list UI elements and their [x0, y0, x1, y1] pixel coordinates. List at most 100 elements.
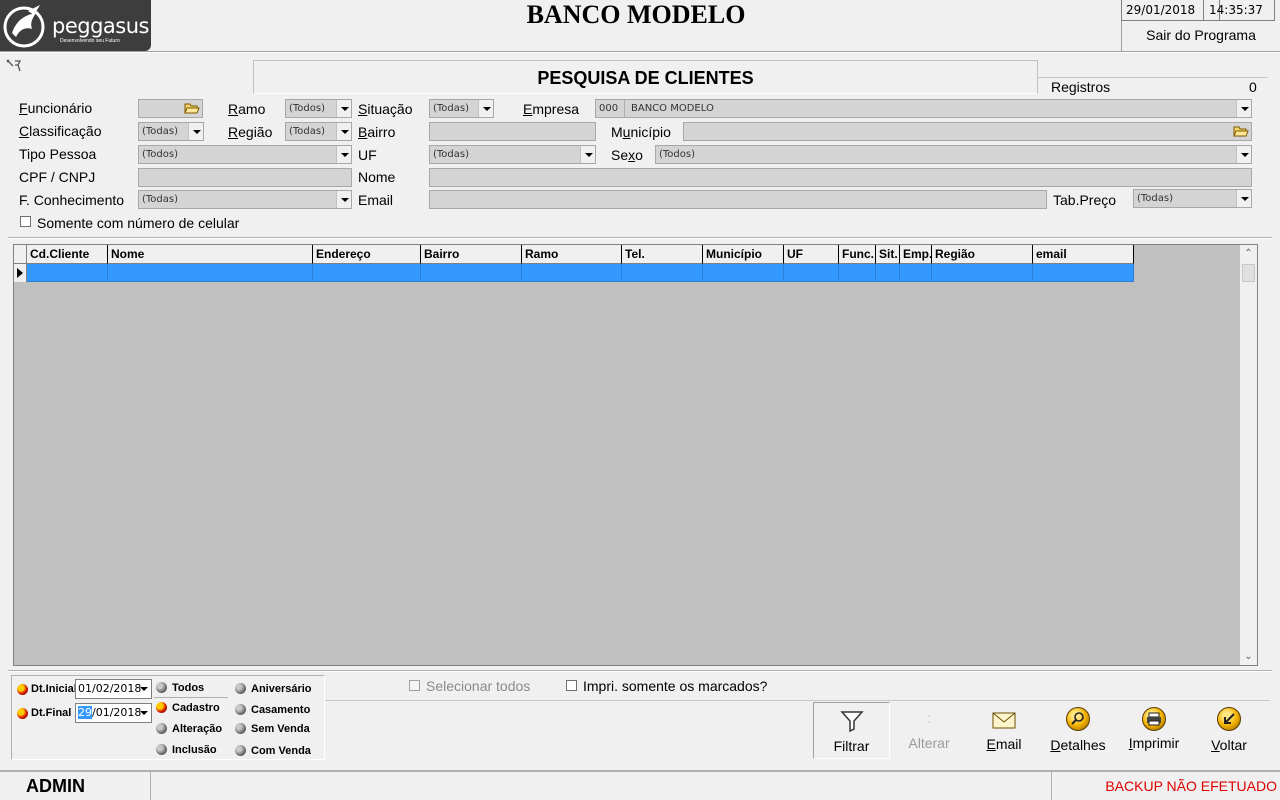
clients-grid[interactable]: Cd.Cliente Nome Endereço Bairro Ramo Tel…	[13, 244, 1258, 666]
col-emp[interactable]: Emp.	[900, 245, 932, 264]
radio-cadastro[interactable]: Cadastro	[156, 701, 220, 715]
email-button[interactable]: Email	[971, 702, 1037, 759]
ramo-select[interactable]: (Todos)	[285, 99, 352, 118]
selecionar-todos-checkbox[interactable]	[409, 680, 420, 691]
scroll-up-icon[interactable]: ⌃	[1240, 245, 1257, 262]
status-user: ADMIN	[0, 772, 151, 800]
nome-field[interactable]	[429, 168, 1252, 187]
alterar-label: Alterar	[908, 735, 950, 751]
cpf-cnpj-label: CPF / CNPJ	[19, 169, 96, 185]
table-cell[interactable]	[27, 264, 108, 282]
table-cell[interactable]	[876, 264, 900, 282]
grid-vertical-scrollbar[interactable]: ⌃ ⌄	[1240, 245, 1257, 665]
bairro-field[interactable]	[429, 122, 596, 141]
dt-inicial-input[interactable]: 01/02/2018	[75, 679, 152, 699]
col-nome[interactable]: Nome	[108, 245, 313, 264]
imprimir-button[interactable]: Imprimir	[1119, 702, 1189, 759]
filtrar-button[interactable]: Filtrar	[813, 702, 890, 759]
back-arrow-icon	[1217, 707, 1241, 731]
table-row-selected[interactable]	[14, 264, 1134, 282]
pin-icon[interactable]	[6, 59, 24, 75]
pegasus-horse-icon	[3, 5, 45, 48]
col-sit[interactable]: Sit.	[876, 245, 900, 264]
filter-funnel-icon	[839, 711, 864, 733]
classificacao-label: Classificação	[19, 123, 102, 139]
app-title: BANCO MODELO	[526, 0, 746, 29]
uf-select[interactable]: (Todas)	[429, 145, 596, 164]
col-tel[interactable]: Tel.	[622, 245, 703, 264]
folder-open-icon[interactable]	[184, 101, 200, 116]
email-field[interactable]	[429, 190, 1047, 209]
radio-inclusao[interactable]: Inclusão	[156, 743, 217, 757]
brand-tagline: Desenvolvendo seu Futuro	[60, 38, 120, 44]
table-cell[interactable]	[313, 264, 421, 282]
chevron-down-icon[interactable]	[1236, 100, 1251, 117]
sexo-select[interactable]: (Todos)	[655, 145, 1252, 164]
col-endereco[interactable]: Endereço	[313, 245, 421, 264]
situacao-select[interactable]: (Todas)	[429, 99, 494, 118]
peggasus-logo: peggasus Desenvolvendo seu Futuro	[0, 0, 151, 51]
chevron-down-icon[interactable]	[336, 146, 351, 163]
col-cd-cliente[interactable]: Cd.Cliente	[27, 245, 108, 264]
f-conhecimento-select[interactable]: (Todas)	[138, 190, 352, 209]
col-func[interactable]: Func.	[839, 245, 876, 264]
radio-casamento[interactable]: Casamento	[235, 703, 310, 717]
empresa-select[interactable]: 000 BANCO MODELO	[595, 99, 1252, 118]
radio-com-venda[interactable]: Com Venda	[235, 744, 311, 758]
chevron-down-icon[interactable]	[1236, 190, 1251, 207]
table-cell[interactable]	[839, 264, 876, 282]
chevron-down-icon[interactable]	[336, 100, 351, 117]
chevron-down-icon[interactable]	[336, 123, 351, 140]
col-ramo[interactable]: Ramo	[522, 245, 622, 264]
table-cell[interactable]	[108, 264, 313, 282]
tipo-pessoa-select[interactable]: (Todos)	[138, 145, 352, 164]
radio-todos[interactable]: Todos	[156, 681, 204, 695]
dt-final-input[interactable]: 29/01/2018	[75, 703, 152, 723]
table-cell[interactable]	[932, 264, 1033, 282]
exit-program-button[interactable]: Sair do Programa	[1121, 21, 1280, 51]
folder-open-icon[interactable]	[1233, 124, 1249, 139]
chevron-down-icon[interactable]	[478, 100, 493, 117]
table-cell[interactable]	[1033, 264, 1134, 282]
scroll-down-icon[interactable]: ⌄	[1240, 648, 1257, 665]
table-cell[interactable]	[421, 264, 522, 282]
voltar-label: Voltar	[1211, 737, 1247, 753]
detalhes-button[interactable]: Detalhes	[1043, 702, 1113, 759]
voltar-button[interactable]: Voltar	[1195, 702, 1263, 759]
chevron-down-icon[interactable]	[136, 680, 151, 698]
radio-alteracao[interactable]: Alteração	[156, 722, 222, 736]
funcionario-label: Funcionário	[19, 100, 93, 116]
table-cell[interactable]	[784, 264, 839, 282]
chevron-down-icon[interactable]	[188, 123, 203, 140]
col-bairro[interactable]: Bairro	[421, 245, 522, 264]
records-count: 0	[1249, 79, 1257, 95]
col-uf[interactable]: UF	[784, 245, 839, 264]
table-cell[interactable]	[703, 264, 784, 282]
scroll-thumb[interactable]	[1242, 264, 1255, 282]
email-label: Email	[358, 192, 394, 208]
col-municipio[interactable]: Município	[703, 245, 784, 264]
impri-marcados-checkbox[interactable]	[566, 680, 577, 691]
table-cell[interactable]	[900, 264, 932, 282]
somente-celular-checkbox[interactable]	[20, 216, 31, 227]
regiao-select[interactable]: (Todas)	[285, 122, 352, 141]
municipio-field[interactable]	[683, 122, 1252, 141]
grid-header: Cd.Cliente Nome Endereço Bairro Ramo Tel…	[14, 245, 1134, 264]
ramo-label: Ramo	[228, 101, 266, 117]
action-toolbar: Filtrar Alterar Email Detalhes Imprimir …	[811, 702, 1269, 759]
chevron-down-icon[interactable]	[580, 146, 595, 163]
chevron-down-icon[interactable]	[136, 704, 151, 722]
radio-sem-venda[interactable]: Sem Venda	[235, 722, 310, 736]
table-cell[interactable]	[622, 264, 703, 282]
funcionario-field[interactable]	[138, 99, 203, 118]
radio-aniversario[interactable]: Aniversário	[235, 682, 312, 696]
alterar-button[interactable]: Alterar	[893, 702, 965, 759]
classificacao-select[interactable]: (Todas)	[138, 122, 204, 141]
tab-preco-select[interactable]: (Todas)	[1133, 189, 1252, 208]
col-regiao[interactable]: Região	[932, 245, 1033, 264]
chevron-down-icon[interactable]	[336, 191, 351, 208]
cpf-cnpj-field[interactable]	[138, 168, 352, 187]
chevron-down-icon[interactable]	[1236, 146, 1251, 163]
table-cell[interactable]	[522, 264, 622, 282]
col-email[interactable]: email	[1033, 245, 1134, 264]
